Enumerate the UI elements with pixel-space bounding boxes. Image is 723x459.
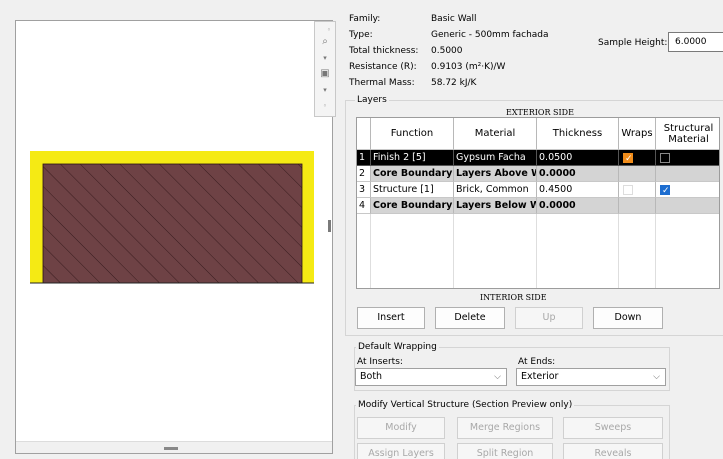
layer-function[interactable]: Structure [1] [371, 182, 454, 198]
section-preview[interactable]: ◦ ⌕ ▾ ▣ ▾ ◦ [15, 20, 336, 454]
interior-side-label: INTERIOR SIDE [480, 293, 547, 302]
layer-thickness[interactable]: 0.0500 [537, 150, 619, 166]
family-label: Family: [349, 14, 381, 24]
preview-scrollbar[interactable] [16, 441, 332, 453]
split-region-button[interactable]: Split Region [457, 443, 553, 459]
layer-material[interactable]: Layers Below Wr [454, 198, 537, 214]
assign-layers-button[interactable]: Assign Layers [357, 443, 445, 459]
structural-material-checkbox[interactable] [660, 153, 670, 163]
wraps-cell [619, 198, 656, 214]
column-header-material[interactable]: Material [454, 118, 537, 150]
column-header-function[interactable]: Function [371, 118, 454, 150]
at-ends-select[interactable]: Exterior ⌵ [516, 368, 666, 386]
chevron-down-icon: ⌵ [653, 372, 660, 382]
row-number[interactable]: 4 [357, 198, 371, 214]
wraps-cell [619, 182, 656, 198]
layer-material[interactable]: Layers Above Wr [454, 166, 537, 182]
layer-function[interactable]: Core Boundary [371, 198, 454, 214]
resistance-value: 0.9103 (m²·K)/W [431, 62, 506, 72]
wraps-cell [619, 150, 656, 166]
zoom-region-icon[interactable]: ⌕ [319, 36, 331, 48]
grid-line [618, 214, 619, 288]
structural-material-checkbox[interactable] [660, 183, 670, 197]
layers-table[interactable]: Function Material Thickness Wraps Struct… [356, 117, 720, 289]
at-inserts-label: At Inserts: [357, 357, 403, 367]
layer-thickness[interactable]: 0.0000 [537, 166, 619, 182]
layer-thickness[interactable]: 0.4500 [537, 182, 619, 198]
edit-assembly-dialog: ◦ ⌕ ▾ ▣ ▾ ◦ Family: Basic Wall Type: Gener… [0, 0, 723, 459]
toolbar-corner-icon: ◦ [322, 102, 328, 110]
structural-cell [656, 150, 719, 166]
grid-line [453, 214, 454, 288]
thickness-label: Total thickness: [349, 46, 419, 56]
column-header-wraps[interactable]: Wraps [619, 118, 656, 150]
grid-line [655, 214, 656, 288]
wall-section-drawing [30, 151, 314, 284]
at-ends-value: Exterior [521, 371, 559, 382]
layer-material[interactable]: Brick, Common [454, 182, 537, 198]
structural-cell [656, 166, 719, 182]
wraps-checkbox[interactable] [623, 151, 633, 165]
chevron-down-icon: ⌵ [494, 372, 501, 382]
layer-thickness[interactable]: 0.0000 [537, 198, 619, 214]
exterior-side-label: EXTERIOR SIDE [506, 108, 574, 117]
at-ends-label: At Ends: [518, 357, 556, 367]
toolbar-corner-icon: ◦ [326, 26, 332, 34]
wraps-checkbox[interactable] [623, 185, 633, 195]
row-number[interactable]: 3 [357, 182, 371, 198]
layers-group-label: Layers [355, 95, 389, 105]
merge-regions-button[interactable]: Merge Regions [457, 417, 553, 439]
layer-function[interactable]: Finish 2 [5] [371, 150, 454, 166]
at-inserts-select[interactable]: Both ⌵ [355, 368, 507, 386]
thermal-mass-value: 58.72 kJ/K [431, 78, 477, 88]
splitter-handle[interactable] [328, 220, 331, 232]
row-num-header [357, 118, 371, 150]
scroll-thumb[interactable] [164, 447, 178, 450]
down-button[interactable]: Down [593, 307, 663, 329]
sweeps-button[interactable]: Sweeps [563, 417, 663, 439]
dropdown-arrow-icon[interactable]: ▾ [319, 52, 331, 64]
grid-line [536, 214, 537, 288]
row-number[interactable]: 2 [357, 166, 371, 182]
sample-height-label: Sample Height: [598, 38, 668, 48]
zoom-toolbar: ◦ ⌕ ▾ ▣ ▾ ◦ [314, 21, 336, 117]
dropdown-arrow-icon[interactable]: ▾ [319, 84, 331, 96]
default-wrapping-label: Default Wrapping [356, 342, 439, 352]
structural-cell [656, 198, 719, 214]
column-header-structural-material[interactable]: Structural Material [656, 118, 719, 150]
delete-button[interactable]: Delete [435, 307, 505, 329]
thermal-mass-label: Thermal Mass: [349, 78, 415, 88]
resistance-label: Resistance (R): [349, 62, 417, 72]
zoom-fit-icon[interactable]: ▣ [319, 68, 331, 80]
structure-layer [42, 163, 303, 284]
layer-material[interactable]: Gypsum Facha [454, 150, 537, 166]
type-value: Generic - 500mm fachada [431, 30, 549, 40]
reveals-button[interactable]: Reveals [563, 443, 663, 459]
modify-button[interactable]: Modify [357, 417, 445, 439]
family-value: Basic Wall [431, 14, 477, 24]
structural-cell [656, 182, 719, 198]
sample-height-input[interactable]: 6.0000 [668, 32, 723, 52]
insert-button[interactable]: Insert [357, 307, 425, 329]
type-label: Type: [349, 30, 373, 40]
up-button[interactable]: Up [515, 307, 583, 329]
modify-structure-label: Modify Vertical Structure (Section Previ… [356, 400, 575, 410]
grid-line [370, 214, 371, 288]
column-header-thickness[interactable]: Thickness [537, 118, 619, 150]
row-number[interactable]: 1 [357, 150, 371, 166]
layer-function[interactable]: Core Boundary [371, 166, 454, 182]
wraps-cell [619, 166, 656, 182]
at-inserts-value: Both [360, 371, 383, 382]
thickness-value: 0.5000 [431, 46, 463, 56]
